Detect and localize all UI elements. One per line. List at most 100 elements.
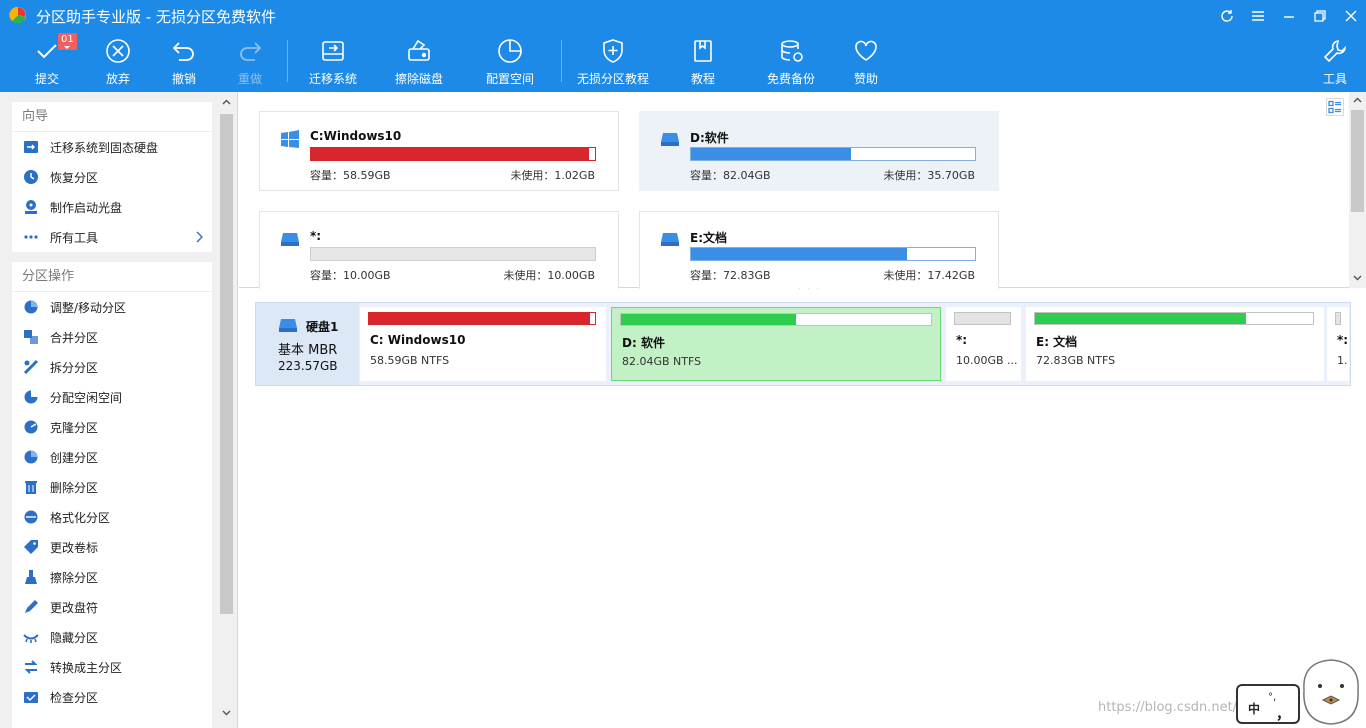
lossless-tutorial-button[interactable]: 无损分区教程	[576, 36, 650, 88]
usage-bar	[310, 147, 596, 161]
sidebar-item-label: 分配空闲空间	[50, 390, 123, 405]
partition-card[interactable]: D:软件 容量：82.04GB 未使用：35.70GB	[639, 111, 999, 191]
convert-icon	[24, 660, 38, 674]
partition-usage-fill	[1035, 313, 1247, 324]
refresh-button[interactable]	[1211, 0, 1242, 32]
minimize-button[interactable]	[1273, 0, 1304, 32]
undo-button[interactable]: 撤销	[167, 36, 201, 88]
tools-label: 工具	[1322, 72, 1347, 86]
wipe-disk-label: 擦除磁盘	[394, 72, 443, 86]
sidebar-item-op[interactable]: 调整/移动分区	[12, 292, 212, 322]
cards-scroll-thumb[interactable]	[1351, 110, 1364, 212]
usage-bar	[310, 247, 596, 261]
heart-icon	[855, 40, 877, 61]
title-bar: 分区助手专业版 - 无损分区免费软件	[0, 0, 1366, 32]
restore-button[interactable]	[1304, 0, 1335, 32]
partition-card[interactable]: C:Windows10 容量：58.59GB 未使用：1.02GB	[259, 111, 619, 191]
sidebar-item-label: 合并分区	[50, 330, 99, 345]
allocate-space-button[interactable]: 配置空间	[484, 36, 536, 88]
free-backup-button[interactable]: 免费备份	[765, 36, 817, 88]
sidebar-item-op[interactable]: 隐藏分区	[12, 622, 212, 652]
disk-row[interactable]: 硬盘1 基本 MBR 223.57GB C: Windows10 58.59GB …	[255, 302, 1351, 386]
scroll-up-icon[interactable]	[1353, 96, 1362, 105]
sidebar-item-label: 更改盘符	[50, 600, 99, 615]
sidebar-item-op[interactable]: 克隆分区	[12, 412, 212, 442]
disk-map-area: 硬盘1 基本 MBR 223.57GB C: Windows10 58.59GB …	[239, 289, 1366, 728]
wipe-icon	[25, 570, 37, 584]
lossless-tutorial-label: 无损分区教程	[576, 72, 649, 86]
clone-icon	[24, 420, 38, 434]
close-icon	[1345, 10, 1356, 22]
disk-partition[interactable]: D: 软件 82.04GB NTFS	[611, 307, 941, 381]
sidebar-scroll-thumb[interactable]	[220, 114, 233, 614]
sidebar-item-op[interactable]: 检查分区	[12, 682, 212, 712]
partition-name: C:Windows10	[310, 129, 402, 143]
sidebar-item-label: 制作启动光盘	[50, 200, 123, 215]
unused-text: 未使用：1.02GB	[510, 169, 595, 182]
chevron-right-icon	[196, 231, 203, 243]
partition-usage-bar	[620, 313, 932, 326]
sidebar-item-migrate-ssd[interactable]: 迁移系统到固态硬盘	[12, 132, 212, 162]
list-view-icon	[1328, 100, 1341, 114]
tools-button[interactable]: 工具	[1320, 36, 1350, 88]
partition-label: D: 软件	[622, 336, 665, 350]
sidebar-item-op[interactable]: 创建分区	[12, 442, 212, 472]
tutorial-button[interactable]: 教程	[688, 36, 718, 88]
usage-fill	[691, 148, 852, 160]
wipe-disk-button[interactable]: 擦除磁盘	[393, 36, 445, 88]
partition-card[interactable]: *: 容量：10.00GB 未使用：10.00GB	[259, 211, 619, 291]
sidebar-item-op[interactable]: 删除分区	[12, 472, 212, 502]
partition-ops-panel: 分区操作 调整/移动分区 合并分区 拆分分区 分配空闲空间 克隆分区 创建分区 删除分区 格式…	[12, 262, 212, 728]
sidebar-item-op[interactable]: 分配空闲空间	[12, 382, 212, 412]
top-bar: 分区助手专业版 - 无损分区免费软件 01 提交 放弃 撤销 重做 迁移系统 擦…	[0, 0, 1366, 92]
sponsor-button[interactable]: 赞助	[851, 36, 881, 88]
format-icon	[24, 510, 38, 524]
usage-fill	[311, 148, 590, 160]
wizard-panel: 向导 迁移系统到固态硬盘 恢复分区 制作启动光盘 所有工具	[12, 102, 212, 252]
migrate-os-label: 迁移系统	[308, 72, 357, 86]
migrate-os-button[interactable]: 迁移系统	[307, 36, 359, 88]
sidebar-item-op[interactable]: 拆分分区	[12, 352, 212, 382]
sidebar-item-all-tools[interactable]: 所有工具	[12, 222, 212, 252]
partition-card[interactable]: E:文档 容量：72.83GB 未使用：17.42GB	[639, 211, 999, 291]
submit-button[interactable]: 01 提交	[30, 33, 77, 88]
sidebar-item-op[interactable]: 擦除分区	[12, 562, 212, 592]
sidebar-item-op[interactable]: 合并分区	[12, 322, 212, 352]
usage-bar	[690, 247, 976, 261]
disk-partition[interactable]: E: 文档 72.83GB NTFS	[1026, 307, 1324, 381]
view-toggle-button[interactable]	[1326, 98, 1344, 116]
sidebar-scrollbar[interactable]	[218, 92, 235, 728]
sidebar-item-recover[interactable]: 恢复分区	[12, 162, 212, 192]
sidebar-item-boot-disc[interactable]: 制作启动光盘	[12, 192, 212, 222]
ime-widget[interactable]: 中 °, ，	[1236, 684, 1300, 724]
cards-scrollbar[interactable]	[1349, 92, 1366, 288]
disk-info[interactable]: 硬盘1 基本 MBR 223.57GB	[256, 303, 359, 385]
close-button[interactable]	[1335, 0, 1366, 32]
disk-partition[interactable]: *: 10.00GB ...	[946, 307, 1021, 381]
scroll-down-icon[interactable]	[1353, 273, 1362, 282]
scroll-down-icon[interactable]	[222, 708, 231, 717]
sidebar-item-op[interactable]: 更改盘符	[12, 592, 212, 622]
disk-partition[interactable]: C: Windows10 58.59GB NTFS	[360, 307, 606, 381]
disk-type: 基本 MBR	[278, 343, 338, 358]
usage-fill	[691, 248, 907, 260]
capacity-text: 容量：82.04GB	[690, 169, 771, 182]
scroll-up-icon[interactable]	[222, 98, 231, 107]
sidebar-item-op[interactable]: 格式化分区	[12, 502, 212, 532]
redo-button[interactable]: 重做	[233, 36, 267, 88]
disk-partition[interactable]: *: 1.	[1327, 307, 1349, 381]
menu-button[interactable]	[1242, 0, 1273, 32]
sidebar-item-label: 转换成主分区	[50, 660, 123, 675]
sidebar-item-label: 克隆分区	[50, 420, 99, 435]
drive-icon	[661, 233, 679, 246]
toolbar: 01 提交 放弃 撤销 重做 迁移系统 擦除磁盘 配置空间 无损分区教程 教程 …	[0, 32, 1366, 92]
toolbar-separator	[561, 40, 562, 82]
sidebar-item-op[interactable]: 更改卷标	[12, 532, 212, 562]
partition-usage-bar	[1335, 312, 1341, 325]
sidebar-item-op[interactable]: 转换成主分区	[12, 652, 212, 682]
submit-label: 提交	[34, 72, 59, 86]
capacity-text: 容量：72.83GB	[690, 269, 771, 282]
discard-button[interactable]: 放弃	[101, 36, 135, 88]
sidebar-item-label: 迁移系统到固态硬盘	[50, 140, 159, 155]
sidebar: 向导 迁移系统到固态硬盘 恢复分区 制作启动光盘 所有工具 分区操作 调整/移动…	[0, 92, 238, 728]
